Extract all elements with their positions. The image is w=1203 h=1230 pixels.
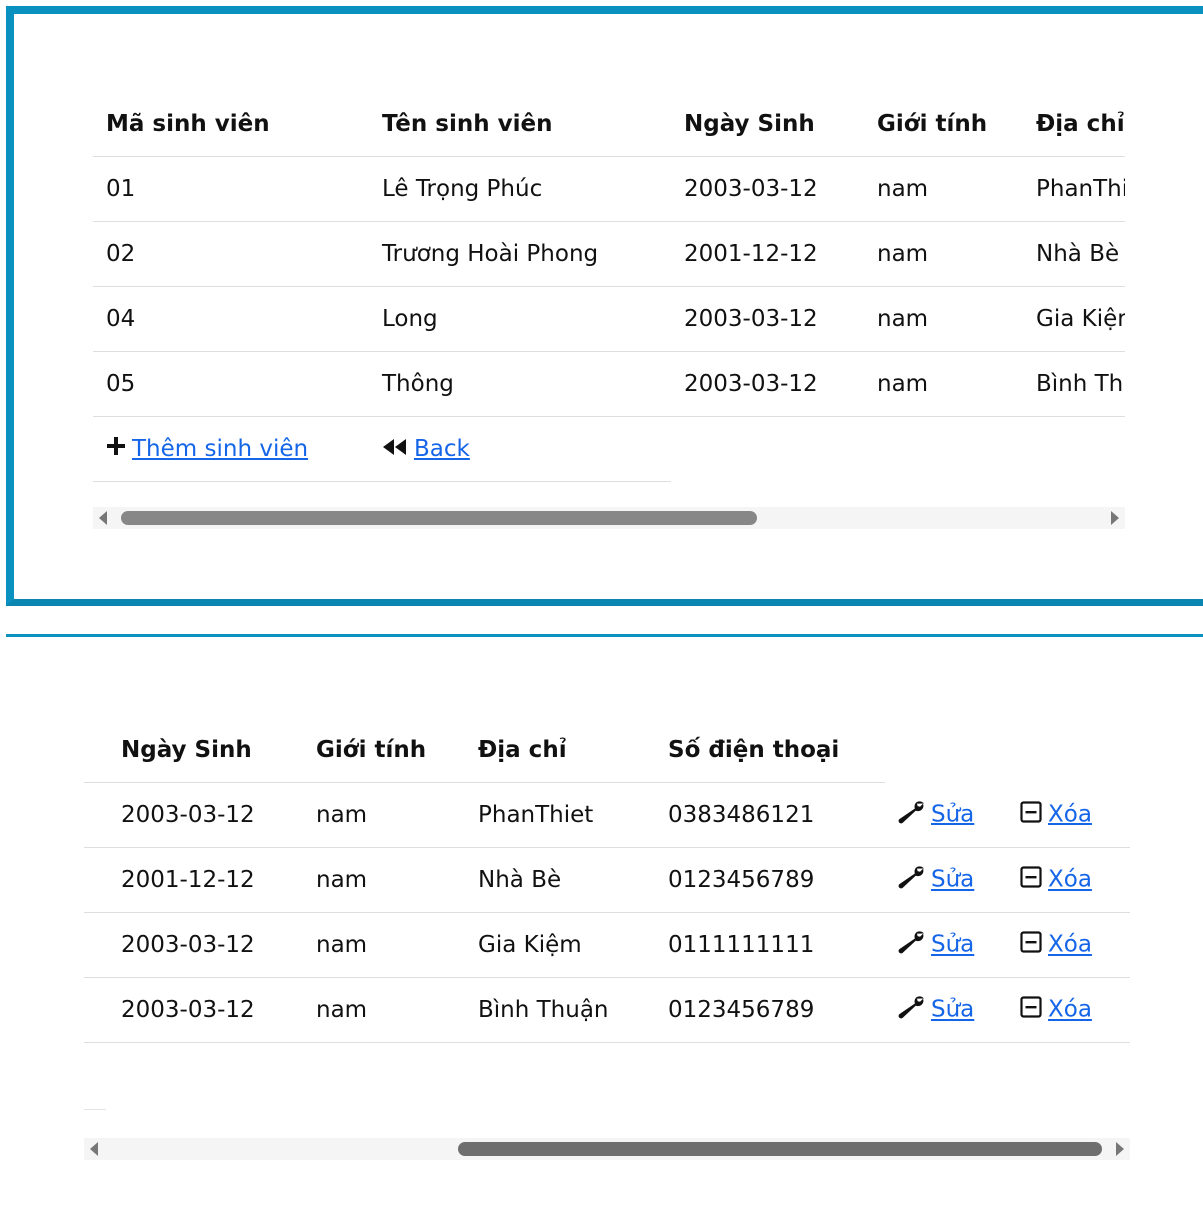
cell-gender: nam [864,221,1023,287]
cell-gender: nam [864,351,1023,417]
header-birthdate: Ngày Sinh [84,718,279,783]
table-header-row: Ngày Sinh Giới tính Địa chỉ Số điện thoạ… [84,718,1130,783]
scrollbar-thumb[interactable] [458,1142,1102,1156]
cell-address: PhanThiet [1023,156,1125,222]
cell-student-id: 01 [93,156,369,222]
minus-square-icon [1020,801,1042,829]
horizontal-scrollbar-bottom[interactable] [84,1138,1130,1160]
cell-address: Gia Kiệm [441,912,631,978]
delete-cell: Xóa [1008,847,1130,913]
scroll-right-icon[interactable] [1111,511,1119,525]
delete-link[interactable]: Xóa [1048,867,1092,893]
edit-cell: Sửa [885,912,1008,978]
edit-cell: Sửa [885,977,1008,1043]
cell-birthdate: 2001-12-12 [671,221,864,287]
add-student-cell: Thêm sinh viên [93,416,369,482]
delete-cell: Xóa [1008,912,1130,978]
cell-birthdate: 2003-03-12 [671,286,864,352]
wrench-icon [897,995,925,1025]
table-row: 2003-03-12 nam Gia Kiệm 0111111111 Sửa X… [84,912,1130,978]
add-student-link[interactable]: Thêm sinh viên [132,436,308,462]
cell-gender: nam [279,847,441,913]
rewind-icon [382,436,408,462]
cell-address: PhanThiet [441,782,631,848]
student-table-top: Mã sinh viên Tên sinh viên Ngày Sinh Giớ… [93,92,1125,482]
delete-link[interactable]: Xóa [1048,932,1092,958]
back-cell: Back [369,416,671,482]
wrench-icon [897,865,925,895]
scroll-left-icon[interactable] [99,511,107,525]
header-student-id: Mã sinh viên [93,92,369,157]
cell-gender: nam [864,286,1023,352]
delete-link[interactable]: Xóa [1048,801,1092,827]
cell-student-id: 05 [93,351,369,417]
header-phone: Số điện thoại [631,718,885,783]
table-footer-row: Thêm sinh viên Back [93,416,1125,482]
cell-address: Gia Kiệm [1023,286,1125,352]
cell-phone: 0383486121 [631,782,885,848]
header-address: Địa chỉ [1023,92,1125,157]
cell-birthdate: 2003-03-12 [671,156,864,222]
cell-gender: nam [279,912,441,978]
cell-birthdate: 2003-03-12 [84,782,279,848]
cell-phone: 0123456789 [631,847,885,913]
header-birthdate: Ngày Sinh [671,92,864,157]
cell-student-name: Thông [369,351,671,417]
wrench-icon [897,800,925,830]
delete-link[interactable]: Xóa [1048,997,1092,1023]
header-gender: Giới tính [279,718,441,783]
cell-birthdate: 2003-03-12 [671,351,864,417]
cell-birthdate: 2001-12-12 [84,847,279,913]
table-row: 02 Trương Hoài Phong 2001-12-12 nam Nhà … [93,221,1125,287]
wrench-icon [897,930,925,960]
cell-gender: nam [279,977,441,1043]
delete-cell: Xóa [1008,977,1130,1043]
plus-icon [106,436,126,462]
cell-student-name: Trương Hoài Phong [369,221,671,287]
cell-address: Bình Thuận [441,977,631,1043]
header-gender: Giới tính [864,92,1023,157]
cell-student-name: Long [369,286,671,352]
cell-address: Nhà Bè [1023,221,1125,287]
table-row: 2001-12-12 nam Nhà Bè 0123456789 Sửa Xóa [84,847,1130,913]
cell-birthdate: 2003-03-12 [84,912,279,978]
minus-square-icon [1020,866,1042,894]
header-student-name: Tên sinh viên [369,92,671,157]
cell-student-id: 02 [93,221,369,287]
minus-square-icon [1020,931,1042,959]
divider-stub [84,1109,106,1110]
edit-link[interactable]: Sửa [931,867,974,893]
edit-link[interactable]: Sửa [931,801,974,827]
edit-link[interactable]: Sửa [931,997,974,1023]
cell-address: Bình Thuận [1023,351,1125,417]
table-row: 2003-03-12 nam PhanThiet 0383486121 Sửa … [84,782,1130,848]
table-row: 2003-03-12 nam Bình Thuận 0123456789 Sửa… [84,977,1130,1043]
panel-divider [6,634,1203,637]
table-row: 05 Thông 2003-03-12 nam Bình Thuận [93,351,1125,417]
table-row: 01 Lê Trọng Phúc 2003-03-12 nam PhanThie… [93,156,1125,222]
cell-student-name: Lê Trọng Phúc [369,156,671,222]
horizontal-scrollbar-top[interactable] [93,507,1125,529]
student-table-bottom: Ngày Sinh Giới tính Địa chỉ Số điện thoạ… [84,718,1130,1043]
scroll-right-icon[interactable] [1116,1142,1124,1156]
table-header-row: Mã sinh viên Tên sinh viên Ngày Sinh Giớ… [93,92,1125,157]
back-link[interactable]: Back [414,436,470,462]
edit-cell: Sửa [885,782,1008,848]
scroll-left-icon[interactable] [90,1142,98,1156]
delete-cell: Xóa [1008,782,1130,848]
header-address: Địa chỉ [441,718,631,783]
cell-phone: 0111111111 [631,912,885,978]
table-row: 04 Long 2003-03-12 nam Gia Kiệm [93,286,1125,352]
edit-link[interactable]: Sửa [931,932,974,958]
cell-phone: 0123456789 [631,977,885,1043]
cell-gender: nam [864,156,1023,222]
minus-square-icon [1020,996,1042,1024]
cell-address: Nhà Bè [441,847,631,913]
cell-gender: nam [279,782,441,848]
edit-cell: Sửa [885,847,1008,913]
scrollbar-thumb[interactable] [121,511,757,525]
cell-birthdate: 2003-03-12 [84,977,279,1043]
cell-student-id: 04 [93,286,369,352]
